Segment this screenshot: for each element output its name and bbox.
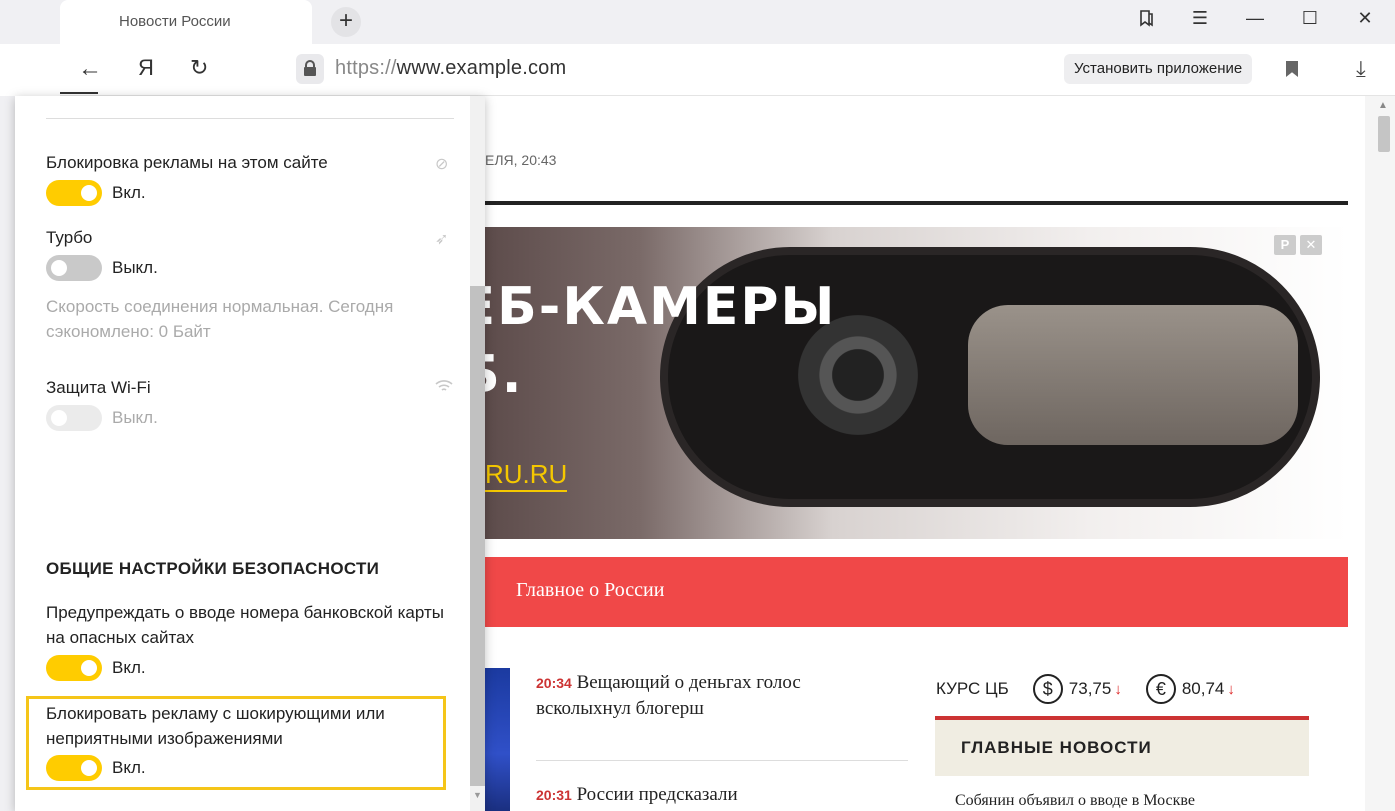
ad-block-state: Вкл.	[112, 183, 146, 202]
news-thumbnail[interactable]	[485, 668, 510, 811]
euro-icon: €	[1145, 674, 1176, 704]
scroll-down-icon[interactable]: ▼	[473, 790, 482, 800]
page-scrollbar[interactable]: ▲	[1365, 96, 1395, 811]
main-news-item[interactable]: Собянин объявил о вводе в Москве	[935, 776, 1309, 811]
maximize-icon[interactable]: ☐	[1295, 8, 1325, 29]
ad-label-badge[interactable]: Р	[1274, 235, 1296, 255]
address-bar: ← Я ↻ https://www.example.com Установить…	[60, 44, 1395, 96]
wifi-state: Выкл.	[112, 408, 158, 427]
card-warning-label: Предупреждать о вводе номера банковской …	[46, 603, 444, 647]
back-arrow-icon[interactable]: ←	[78, 55, 102, 83]
turbo-toggle[interactable]	[46, 255, 102, 281]
card-warning-toggle[interactable]	[46, 655, 102, 681]
url-host: www.example.com	[396, 57, 567, 79]
security-section-title: ОБЩИЕ НАСТРОЙКИ БЕЗОПАСНОСТИ	[46, 559, 380, 578]
turbo-label: Турбо	[46, 228, 93, 247]
new-tab-button[interactable]: +	[331, 7, 361, 37]
minimize-icon[interactable]: —	[1240, 8, 1270, 29]
down-arrow-icon: ↓	[1227, 680, 1235, 698]
divider	[46, 118, 454, 119]
news-divider	[536, 760, 908, 761]
shock-ads-label: Блокировать рекламу с шокирующими или не…	[46, 704, 385, 748]
tab-title: Новости России	[119, 13, 231, 30]
section-title[interactable]: Главное о России	[516, 579, 664, 602]
main-news-item-title[interactable]: Собянин объявил о вводе в Москве	[955, 792, 1195, 810]
url-field[interactable]: https://www.example.com	[335, 57, 566, 80]
scroll-up-icon[interactable]: ▲	[1378, 100, 1388, 111]
usd-value: 73,75	[1068, 679, 1112, 698]
wifi-toggle[interactable]	[46, 405, 102, 431]
rocket-icon: ➶	[435, 231, 449, 248]
turbo-state: Выкл.	[112, 258, 158, 277]
tab-active[interactable]: Новости России ✕	[60, 0, 353, 44]
popup-scroll-thumb[interactable]	[470, 286, 485, 786]
news-item[interactable]: 20:34 Вещающий о деньгах голос всколыхну…	[536, 670, 836, 721]
browser-chrome: Новости России ✕ + ☰ — ☐ ✕ ← Я ↻ https:/…	[0, 0, 1395, 96]
news-item[interactable]: 20:31 России предсказали неожиданные	[536, 782, 836, 811]
wifi-icon	[435, 379, 453, 398]
yandex-button[interactable]: Я	[138, 55, 154, 81]
url-protocol: https://	[335, 57, 397, 79]
popup-scrollbar[interactable]: ▼	[470, 96, 485, 811]
shock-ads-toggle[interactable]	[46, 755, 102, 781]
webcam-plate	[968, 305, 1298, 445]
down-arrow-icon: ↓	[1114, 680, 1122, 698]
main-news-header: ГЛАВНЫЕ НОВОСТИ	[961, 738, 1152, 757]
turbo-info: Скорость соединения нормальная. Сегодня …	[46, 297, 394, 341]
protection-settings-popup: Блокировка рекламы на этом сайте ⊘ Вкл. …	[15, 96, 485, 811]
bookmark-icon[interactable]	[1286, 61, 1298, 77]
lock-icon[interactable]	[296, 54, 324, 84]
news-time: 20:34	[536, 675, 572, 691]
scroll-thumb[interactable]	[1378, 116, 1390, 152]
currency-rates: КУРС ЦБ $ 73,75 ↓ € 80,74 ↓	[936, 674, 1235, 704]
eur-value: 80,74	[1181, 679, 1225, 698]
dollar-icon: $	[1032, 674, 1063, 704]
ad-block-toggle[interactable]	[46, 180, 102, 206]
reload-icon[interactable]: ↻	[190, 55, 208, 81]
menu-icon[interactable]: ☰	[1185, 8, 1215, 29]
back-underline	[60, 92, 98, 94]
eur-rate: € 80,74 ↓	[1145, 674, 1235, 704]
collections-icon[interactable]	[1131, 8, 1161, 33]
currency-label: КУРС ЦБ	[936, 679, 1009, 698]
ad-close-icon[interactable]: ✕	[1300, 235, 1322, 255]
block-icon: ⊘	[435, 156, 449, 173]
news-title[interactable]: Вещающий о деньгах голос всколыхнул блог…	[536, 672, 801, 719]
wifi-label: Защита Wi-Fi	[46, 378, 151, 397]
install-app-button[interactable]: Установить приложение	[1064, 54, 1253, 84]
date-text: ЕЛЯ, 20:43	[485, 152, 557, 168]
card-warning-state: Вкл.	[112, 658, 146, 677]
main-news-panel: ГЛАВНЫЕ НОВОСТИ Собянин объявил о вводе …	[935, 716, 1309, 811]
ad-block-label: Блокировка рекламы на этом сайте	[46, 153, 328, 172]
banner-link[interactable]: RU.RU	[485, 459, 568, 492]
usd-rate: $ 73,75 ↓	[1032, 674, 1122, 704]
news-time: 20:31	[536, 787, 572, 803]
download-icon[interactable]: ⤓	[1356, 56, 1366, 82]
shock-ads-state: Вкл.	[112, 758, 146, 777]
window-close-icon[interactable]: ✕	[1350, 8, 1380, 29]
